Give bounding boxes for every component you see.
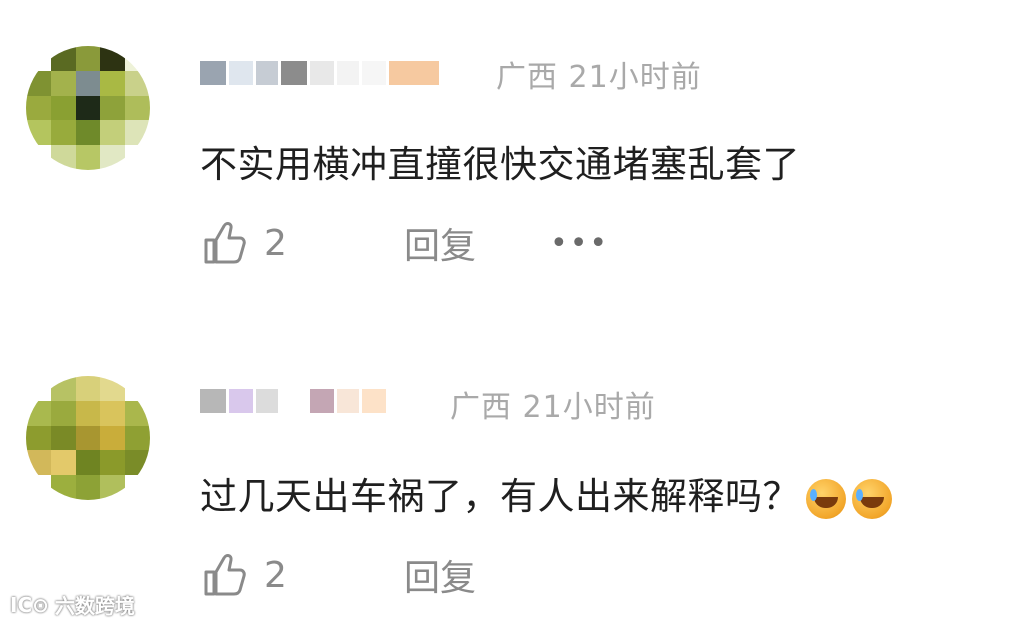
avatar-pixel — [26, 400, 51, 426]
avatar-pixel — [50, 425, 76, 451]
avatar-pixel — [125, 120, 150, 146]
username-blur-block — [229, 389, 253, 413]
watermark-logo: IC⊙ — [10, 592, 49, 617]
avatar-pixel — [50, 46, 76, 71]
username-blur-block — [337, 389, 359, 413]
comment-text: 不实用横冲直撞很快交通堵塞乱套了 — [200, 143, 800, 186]
avatar-pixel — [26, 450, 51, 476]
avatar-pixel — [50, 70, 76, 96]
avatar[interactable] — [26, 376, 150, 500]
avatar-pixel — [75, 70, 101, 96]
avatar-pixel — [100, 400, 126, 426]
avatar-pixel — [26, 475, 51, 500]
avatar-pixel — [125, 46, 150, 71]
comment-actions: 2 回复 ••• — [200, 216, 609, 270]
like-count: 2 — [264, 222, 287, 264]
username-blur-block — [256, 389, 278, 413]
username-blur-block — [362, 61, 386, 85]
avatar-pixel — [75, 425, 101, 451]
avatar-pixel — [75, 450, 101, 476]
avatar-pixel — [75, 475, 101, 500]
comment-location: 广西 — [450, 390, 512, 425]
watermark: IC⊙ 六数跨境 — [10, 590, 135, 619]
watermark-text: 六数跨境 — [54, 594, 135, 618]
avatar-pixel — [125, 95, 150, 121]
username-blur-block — [256, 61, 278, 85]
more-options-button[interactable]: ••• — [550, 226, 609, 261]
thumbs-up-icon[interactable] — [200, 218, 250, 268]
username-blur-block — [310, 389, 334, 413]
reply-button[interactable]: 回复 — [404, 217, 476, 269]
avatar-pixel — [75, 400, 101, 426]
comment-text-body: 过几天出车祸了，有人出来解释吗？ — [200, 475, 800, 518]
comment-time: 21小时前 — [568, 60, 702, 95]
avatar-pixel — [26, 120, 51, 146]
avatar-pixel — [26, 95, 51, 121]
avatar-pixel — [50, 400, 76, 426]
avatar-pixel — [75, 376, 101, 401]
comment-text: 过几天出车祸了，有人出来解释吗？ — [200, 466, 892, 520]
username-blurred[interactable] — [200, 48, 442, 98]
username-blurred[interactable] — [200, 376, 389, 426]
avatar-pixel — [100, 70, 126, 96]
avatar-pixel — [26, 425, 51, 451]
avatar-pixel — [100, 145, 126, 170]
avatar-pixel — [125, 145, 150, 170]
avatar-pixel — [26, 145, 51, 170]
avatar-pixel — [125, 450, 150, 476]
avatar-pixel — [26, 70, 51, 96]
username-blur-block — [362, 389, 386, 413]
avatar[interactable] — [26, 46, 150, 170]
avatar-pixel — [50, 95, 76, 121]
avatar-pixel — [75, 120, 101, 146]
username-blur-block — [200, 389, 226, 413]
avatar-pixel — [26, 376, 51, 401]
crying-laughing-emoji-icon — [806, 478, 846, 519]
avatar-pixel — [50, 450, 76, 476]
avatar-pixel — [50, 120, 76, 146]
username-blur-block — [281, 61, 307, 85]
comment-time: 21小时前 — [522, 390, 656, 425]
avatar-pixel — [125, 70, 150, 96]
avatar-pixel — [100, 95, 126, 121]
avatar-pixel — [100, 450, 126, 476]
avatar-pixel — [75, 145, 101, 170]
avatar-pixel — [100, 475, 126, 500]
avatar-pixel — [125, 376, 150, 401]
comment-location: 广西 — [496, 60, 558, 95]
avatar-pixel — [125, 400, 150, 426]
avatar-pixel — [100, 120, 126, 146]
avatar-pixel — [26, 46, 51, 71]
comment-meta: 广西 21小时前 — [496, 52, 702, 96]
reply-button[interactable]: 回复 — [404, 549, 476, 601]
avatar-pixel — [100, 46, 126, 71]
username-blur-block — [200, 61, 226, 85]
avatar-pixel — [75, 46, 101, 71]
username-blur-block — [310, 61, 334, 85]
avatar-pixel — [75, 95, 101, 121]
crying-laughing-emoji-icon — [852, 478, 892, 519]
avatar-pixel — [100, 376, 126, 401]
username-blur-block — [281, 389, 307, 413]
username-blur-block — [389, 61, 439, 85]
like-count: 2 — [264, 554, 287, 596]
comment-actions: 2 回复 — [200, 548, 476, 602]
avatar-pixel — [50, 475, 76, 500]
username-blur-block — [337, 61, 359, 85]
avatar-pixel — [125, 475, 150, 500]
avatar-pixel — [50, 145, 76, 170]
avatar-pixel — [125, 425, 150, 451]
username-blur-block — [229, 61, 253, 85]
comment-meta: 广西 21小时前 — [450, 382, 656, 426]
avatar-pixel — [50, 376, 76, 401]
thumbs-up-icon[interactable] — [200, 550, 250, 600]
avatar-pixel — [100, 425, 126, 451]
